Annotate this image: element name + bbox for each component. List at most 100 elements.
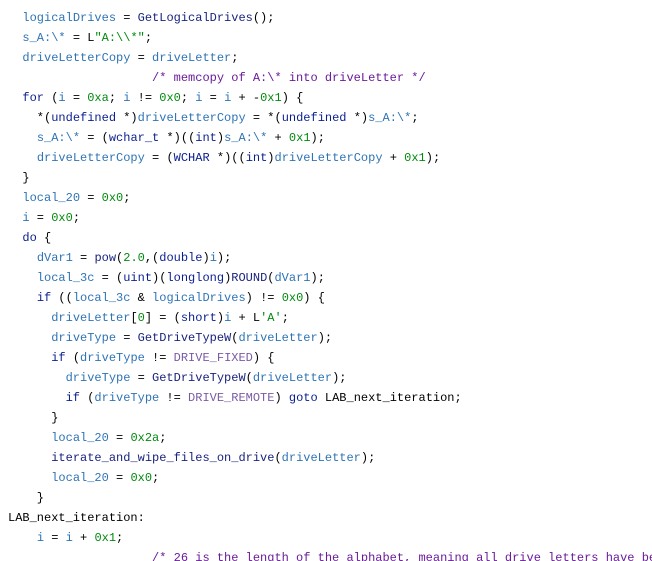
code-token-ident: local_20 <box>51 431 109 445</box>
code-token-ident: driveLetter <box>51 311 130 325</box>
code-token-op: ; <box>73 211 80 225</box>
code-token-op: ( <box>246 371 253 385</box>
code-line: for (i = 0xa; i != 0x0; i = i + -0x1) { <box>8 88 652 108</box>
code-token-const: DRIVE_FIXED <box>174 351 253 365</box>
code-token-op: ; <box>231 51 238 65</box>
code-token-op <box>8 431 51 445</box>
code-line: driveLetterCopy = driveLetter; <box>8 48 652 68</box>
code-token-op: ( <box>66 351 80 365</box>
code-token-func: pow <box>94 251 116 265</box>
code-token-op <box>8 531 37 545</box>
code-token-op: = *( <box>246 111 282 125</box>
code-token-op: + <box>383 151 405 165</box>
code-token-op: ; <box>282 311 289 325</box>
code-token-ident: dVar1 <box>37 251 73 265</box>
code-token-ident: i <box>22 211 29 225</box>
code-token-num: 'A' <box>260 311 282 325</box>
code-token-op: ( <box>274 451 281 465</box>
code-line: local_20 = 0x0; <box>8 468 652 488</box>
code-token-op: != <box>159 391 188 405</box>
code-token-op: (); <box>253 11 275 25</box>
code-token-op <box>8 271 37 285</box>
code-token-op: ; <box>159 431 166 445</box>
code-token-op: ; <box>411 111 418 125</box>
code-token-ident: logicalDrives <box>152 291 246 305</box>
code-token-num: 0x0 <box>102 191 124 205</box>
code-token-op <box>8 231 22 245</box>
code-token-op: ); <box>361 451 375 465</box>
code-token-num: 0x1 <box>404 151 426 165</box>
code-line: local_20 = 0x2a; <box>8 428 652 448</box>
code-token-ident: driveLetter <box>282 451 361 465</box>
code-token-op: = <box>44 531 66 545</box>
code-token-op: (( <box>51 291 73 305</box>
code-token-op <box>8 391 66 405</box>
code-line: iterate_and_wipe_files_on_drive(driveLet… <box>8 448 652 468</box>
code-token-type: longlong <box>166 271 224 285</box>
code-line: } <box>8 488 652 508</box>
code-token-comment: /* 26 is the length of the alphabet, mea… <box>152 551 652 561</box>
code-token-op: & <box>130 291 152 305</box>
code-token-op: ); <box>426 151 440 165</box>
code-token-ident: driveLetterCopy <box>138 111 246 125</box>
code-token-op: ] = ( <box>145 311 181 325</box>
code-token-ident: driveType <box>66 371 131 385</box>
code-token-op <box>8 51 22 65</box>
code-token-op <box>318 391 325 405</box>
code-token-op: ; <box>109 91 123 105</box>
code-token-ident: i <box>37 531 44 545</box>
code-token-op: ); <box>332 371 346 385</box>
code-line: if ((local_3c & logicalDrives) != 0x0) { <box>8 288 652 308</box>
code-token-ident: local_3c <box>37 271 95 285</box>
code-token-op: ) != <box>246 291 282 305</box>
code-token-keyword: goto <box>289 391 318 405</box>
code-token-op: } <box>8 491 44 505</box>
code-token-op: = <box>30 211 52 225</box>
code-token-op: = <box>130 51 152 65</box>
code-token-op <box>8 331 51 345</box>
code-token-op: + - <box>231 91 260 105</box>
code-token-type: double <box>159 251 202 265</box>
code-line: i = i + 0x1; <box>8 528 652 548</box>
code-token-op: ; <box>181 91 195 105</box>
code-line: i = 0x0; <box>8 208 652 228</box>
code-token-ident: i <box>66 531 73 545</box>
code-token-op: ,( <box>145 251 159 265</box>
code-token-op: ) <box>217 131 224 145</box>
code-token-num: 0x0 <box>282 291 304 305</box>
code-token-op: + <box>267 131 289 145</box>
code-token-ident: driveLetterCopy <box>275 151 383 165</box>
code-token-num: 2.0 <box>123 251 145 265</box>
code-token-op: = <box>66 91 88 105</box>
code-token-num: "A:\\*" <box>94 31 144 45</box>
code-token-op <box>8 151 37 165</box>
code-token-func: GetDriveTypeW <box>138 331 232 345</box>
code-token-ident: driveLetterCopy <box>37 151 145 165</box>
code-token-op: ) <box>274 391 288 405</box>
code-token-ident: driveType <box>51 331 116 345</box>
code-line: } <box>8 168 652 188</box>
code-token-op: ; <box>145 31 152 45</box>
code-token-num: 0xa <box>87 91 109 105</box>
code-token-op <box>8 451 51 465</box>
code-token-op <box>8 371 66 385</box>
code-line: } <box>8 408 652 428</box>
code-token-func: GetLogicalDrives <box>138 11 253 25</box>
code-token-ident: driveLetter <box>253 371 332 385</box>
code-token-op <box>8 131 37 145</box>
code-token-type: wchar_t <box>109 131 159 145</box>
code-token-ident: dVar1 <box>274 271 310 285</box>
code-line: driveLetterCopy = (WCHAR *)((int)driveLe… <box>8 148 652 168</box>
code-token-op: = L <box>66 31 95 45</box>
code-token-op <box>8 31 22 45</box>
code-token-func: GetDriveTypeW <box>152 371 246 385</box>
code-token-ident: s_A:\* <box>224 131 267 145</box>
code-token-num: 0 <box>138 311 145 325</box>
code-token-op: ) <box>267 151 274 165</box>
code-token-op <box>8 291 37 305</box>
code-token-num: 0x1 <box>289 131 311 145</box>
code-token-op: = <box>73 251 95 265</box>
code-token-type: WCHAR <box>174 151 210 165</box>
code-token-op: + L <box>231 311 260 325</box>
code-token-ident: s_A:\* <box>22 31 65 45</box>
